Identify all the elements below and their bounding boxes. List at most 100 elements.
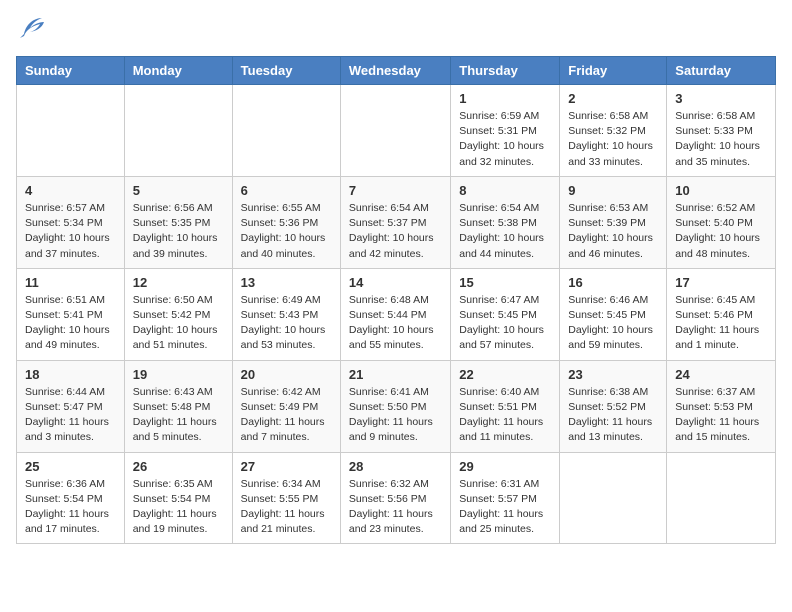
calendar-cell: 6Sunrise: 6:55 AMSunset: 5:36 PMDaylight… (232, 176, 340, 268)
day-info: Sunrise: 6:53 AMSunset: 5:39 PMDaylight:… (568, 201, 658, 262)
logo (16, 16, 50, 44)
day-number: 17 (675, 275, 767, 290)
day-number: 13 (241, 275, 332, 290)
day-number: 2 (568, 91, 658, 106)
calendar-cell: 20 Sunrise: 6:42 AMSunset: 5:49 PMDayligh… (232, 360, 340, 452)
day-number: 28 (349, 459, 442, 474)
day-number: 3 (675, 91, 767, 106)
logo-icon (16, 16, 46, 44)
calendar-cell: 4 Sunrise: 6:57 AMSunset: 5:34 PMDaylight… (17, 176, 125, 268)
calendar-cell (17, 85, 125, 177)
calendar-cell: 22 Sunrise: 6:40 AMSunset: 5:51 PMDayligh… (451, 360, 560, 452)
calendar-cell (232, 85, 340, 177)
day-info: Sunrise: 6:34 AMSunset: 5:55 PMDaylight:… (241, 477, 332, 538)
day-of-week-header: Wednesday (340, 57, 450, 85)
calendar-cell: 17 Sunrise: 6:45 AMSunset: 5:46 PMDayligh… (667, 268, 776, 360)
day-info: Sunrise: 6:43 AMSunset: 5:48 PMDaylight:… (133, 385, 224, 446)
day-info: Sunrise: 6:42 AMSunset: 5:49 PMDaylight:… (241, 385, 332, 446)
day-of-week-header: Thursday (451, 57, 560, 85)
calendar-cell: 7 Sunrise: 6:54 AMSunset: 5:37 PMDaylight… (340, 176, 450, 268)
day-number: 27 (241, 459, 332, 474)
calendar-cell (667, 452, 776, 544)
day-info: Sunrise: 6:32 AMSunset: 5:56 PMDaylight:… (349, 477, 442, 538)
day-number: 4 (25, 183, 116, 198)
calendar-cell: 2Sunrise: 6:58 AMSunset: 5:32 PMDaylight… (560, 85, 667, 177)
day-number: 26 (133, 459, 224, 474)
day-info: Sunrise: 6:38 AMSunset: 5:52 PMDaylight:… (568, 385, 658, 446)
day-info: Sunrise: 6:41 AMSunset: 5:50 PMDaylight:… (349, 385, 442, 446)
day-number: 7 (349, 183, 442, 198)
calendar-cell: 18Sunrise: 6:44 AMSunset: 5:47 PMDayligh… (17, 360, 125, 452)
calendar-week-row: 11 Sunrise: 6:51 AMSunset: 5:41 PMDayligh… (17, 268, 776, 360)
day-number: 9 (568, 183, 658, 198)
day-info: Sunrise: 6:35 AMSunset: 5:54 PMDaylight:… (133, 477, 224, 538)
calendar-week-row: 18Sunrise: 6:44 AMSunset: 5:47 PMDayligh… (17, 360, 776, 452)
day-info: Sunrise: 6:40 AMSunset: 5:51 PMDaylight:… (459, 385, 551, 446)
calendar-cell: 3 Sunrise: 6:58 AMSunset: 5:33 PMDaylight… (667, 85, 776, 177)
calendar-cell: 12 Sunrise: 6:50 AMSunset: 5:42 PMDayligh… (124, 268, 232, 360)
calendar-cell: 25 Sunrise: 6:36 AMSunset: 5:54 PMDayligh… (17, 452, 125, 544)
calendar-cell: 27 Sunrise: 6:34 AMSunset: 5:55 PMDayligh… (232, 452, 340, 544)
calendar-cell: 8 Sunrise: 6:54 AMSunset: 5:38 PMDaylight… (451, 176, 560, 268)
day-info: Sunrise: 6:50 AMSunset: 5:42 PMDaylight:… (133, 293, 224, 354)
day-info: Sunrise: 6:45 AMSunset: 5:46 PMDaylight:… (675, 293, 767, 354)
day-of-week-header: Friday (560, 57, 667, 85)
day-number: 18 (25, 367, 116, 382)
calendar-cell: 26 Sunrise: 6:35 AMSunset: 5:54 PMDayligh… (124, 452, 232, 544)
day-info: Sunrise: 6:51 AMSunset: 5:41 PMDaylight:… (25, 293, 116, 354)
day-number: 20 (241, 367, 332, 382)
day-number: 21 (349, 367, 442, 382)
day-number: 16 (568, 275, 658, 290)
day-of-week-header: Sunday (17, 57, 125, 85)
day-info: Sunrise: 6:57 AMSunset: 5:34 PMDaylight:… (25, 201, 116, 262)
calendar-cell (124, 85, 232, 177)
day-number: 15 (459, 275, 551, 290)
day-number: 23 (568, 367, 658, 382)
day-info: Sunrise: 6:54 AMSunset: 5:37 PMDaylight:… (349, 201, 442, 262)
day-info: Sunrise: 6:55 AMSunset: 5:36 PMDaylight:… (241, 201, 332, 262)
calendar-cell: 15 Sunrise: 6:47 AMSunset: 5:45 PMDayligh… (451, 268, 560, 360)
day-of-week-header: Saturday (667, 57, 776, 85)
day-number: 22 (459, 367, 551, 382)
calendar-cell (340, 85, 450, 177)
day-info: Sunrise: 6:56 AMSunset: 5:35 PMDaylight:… (133, 201, 224, 262)
day-number: 5 (133, 183, 224, 198)
calendar-cell: 21 Sunrise: 6:41 AMSunset: 5:50 PMDayligh… (340, 360, 450, 452)
calendar-cell: 28 Sunrise: 6:32 AMSunset: 5:56 PMDayligh… (340, 452, 450, 544)
calendar-cell: 5 Sunrise: 6:56 AMSunset: 5:35 PMDaylight… (124, 176, 232, 268)
day-number: 1 (459, 91, 551, 106)
calendar-cell: 9 Sunrise: 6:53 AMSunset: 5:39 PMDaylight… (560, 176, 667, 268)
day-info: Sunrise: 6:54 AMSunset: 5:38 PMDaylight:… (459, 201, 551, 262)
day-info: Sunrise: 6:58 AMSunset: 5:33 PMDaylight:… (675, 109, 767, 170)
calendar-cell: 29Sunrise: 6:31 AMSunset: 5:57 PMDayligh… (451, 452, 560, 544)
calendar-cell: 14 Sunrise: 6:48 AMSunset: 5:44 PMDayligh… (340, 268, 450, 360)
day-number: 24 (675, 367, 767, 382)
calendar-week-row: 25 Sunrise: 6:36 AMSunset: 5:54 PMDayligh… (17, 452, 776, 544)
day-info: Sunrise: 6:47 AMSunset: 5:45 PMDaylight:… (459, 293, 551, 354)
day-number: 19 (133, 367, 224, 382)
calendar-cell: 24 Sunrise: 6:37 AMSunset: 5:53 PMDayligh… (667, 360, 776, 452)
calendar-cell: 10 Sunrise: 6:52 AMSunset: 5:40 PMDayligh… (667, 176, 776, 268)
calendar-cell: 23 Sunrise: 6:38 AMSunset: 5:52 PMDayligh… (560, 360, 667, 452)
day-info: Sunrise: 6:52 AMSunset: 5:40 PMDaylight:… (675, 201, 767, 262)
day-number: 25 (25, 459, 116, 474)
day-number: 14 (349, 275, 442, 290)
day-info: Sunrise: 6:48 AMSunset: 5:44 PMDaylight:… (349, 293, 442, 354)
calendar-cell: 1 Sunrise: 6:59 AMSunset: 5:31 PMDaylight… (451, 85, 560, 177)
page-header (16, 16, 776, 44)
calendar-header-row: SundayMondayTuesdayWednesdayThursdayFrid… (17, 57, 776, 85)
day-number: 8 (459, 183, 551, 198)
calendar-cell (560, 452, 667, 544)
calendar-cell: 11 Sunrise: 6:51 AMSunset: 5:41 PMDayligh… (17, 268, 125, 360)
day-number: 12 (133, 275, 224, 290)
calendar-week-row: 4 Sunrise: 6:57 AMSunset: 5:34 PMDaylight… (17, 176, 776, 268)
day-info: Sunrise: 6:59 AMSunset: 5:31 PMDaylight:… (459, 109, 551, 170)
calendar-cell: 19 Sunrise: 6:43 AMSunset: 5:48 PMDayligh… (124, 360, 232, 452)
day-info: Sunrise: 6:37 AMSunset: 5:53 PMDaylight:… (675, 385, 767, 446)
day-info: Sunrise: 6:31 AMSunset: 5:57 PMDaylight:… (459, 477, 551, 538)
day-number: 10 (675, 183, 767, 198)
day-number: 11 (25, 275, 116, 290)
day-of-week-header: Tuesday (232, 57, 340, 85)
day-info: Sunrise: 6:36 AMSunset: 5:54 PMDaylight:… (25, 477, 116, 538)
day-info: Sunrise: 6:46 AMSunset: 5:45 PMDaylight:… (568, 293, 658, 354)
